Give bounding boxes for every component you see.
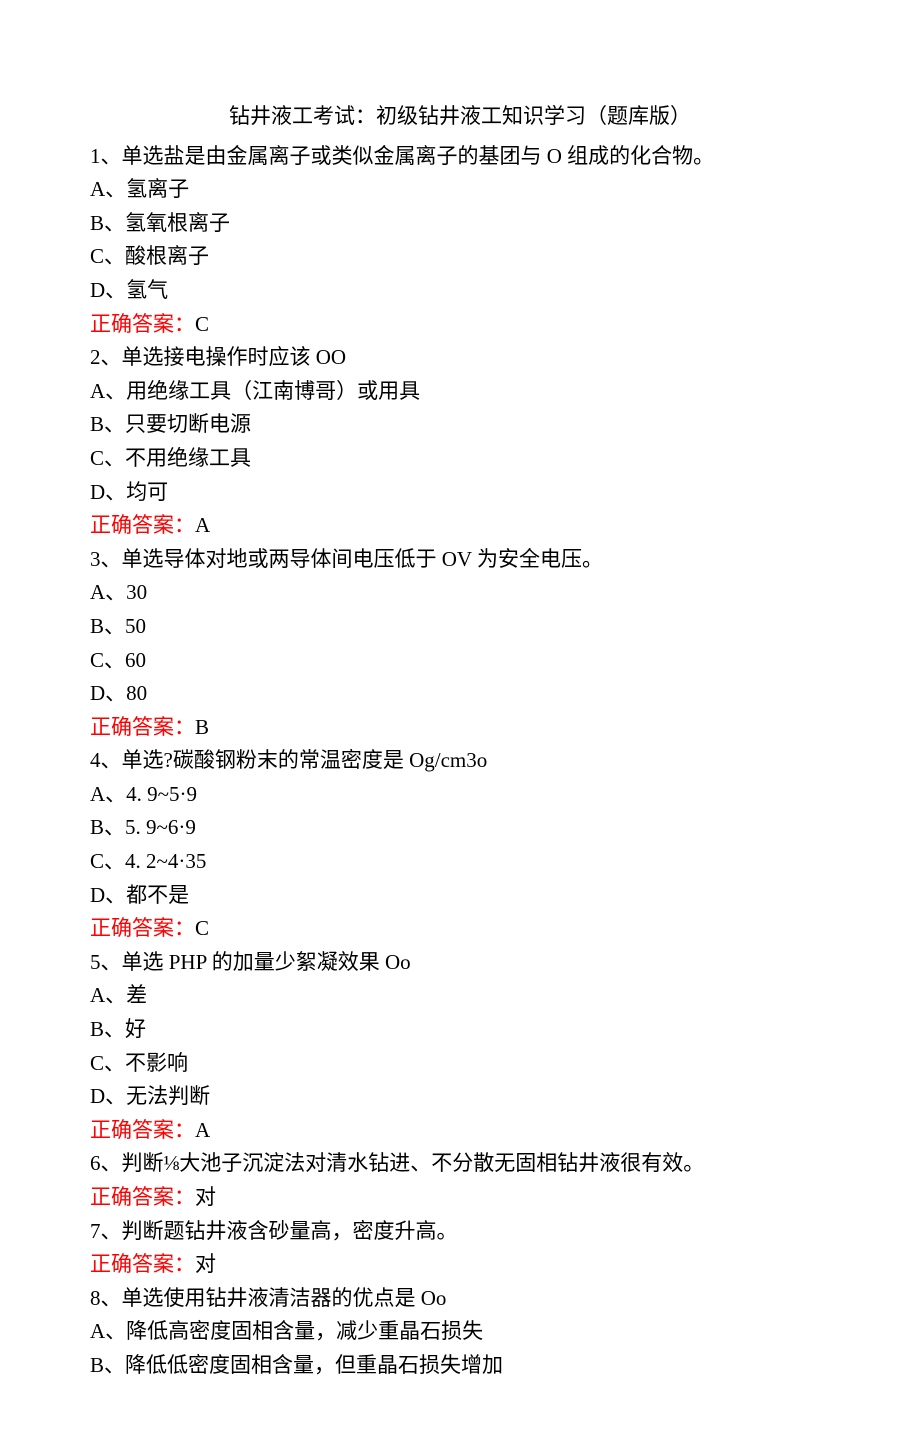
- answer-line: 正确答案：对: [90, 1248, 830, 1282]
- answer-value: 对: [195, 1185, 216, 1209]
- answer-value: C: [195, 916, 209, 940]
- option-text: B、只要切断电源: [90, 408, 830, 442]
- question-text: 6、判断⅛大池子沉淀法对清水钻进、不分散无固相钻井液很有效。: [90, 1147, 830, 1181]
- option-text: D、氢气: [90, 274, 830, 308]
- option-text: C、不用绝缘工具: [90, 442, 830, 476]
- answer-label: 正确答案：: [90, 513, 195, 537]
- option-text: D、均可: [90, 476, 830, 510]
- answer-line: 正确答案：对: [90, 1181, 830, 1215]
- option-text: C、酸根离子: [90, 240, 830, 274]
- option-text: A、用绝缘工具（江南博哥）或用具: [90, 375, 830, 409]
- option-text: A、氢离子: [90, 173, 830, 207]
- option-text: B、好: [90, 1013, 830, 1047]
- answer-line: 正确答案：B: [90, 711, 830, 745]
- option-text: A、30: [90, 576, 830, 610]
- question-text: 4、单选?碳酸钢粉末的常温密度是 Og/cm3o: [90, 744, 830, 778]
- answer-label: 正确答案：: [90, 1185, 195, 1209]
- option-text: C、4. 2~4·35: [90, 845, 830, 879]
- page-title: 钻井液工考试：初级钻井液工知识学习（题库版）: [90, 100, 830, 134]
- question-text: 3、单选导体对地或两导体间电压低于 OV 为安全电压。: [90, 543, 830, 577]
- question-text: 7、判断题钻井液含砂量高，密度升高。: [90, 1215, 830, 1249]
- option-text: D、80: [90, 677, 830, 711]
- question-text: 2、单选接电操作时应该 OO: [90, 341, 830, 375]
- option-text: B、氢氧根离子: [90, 207, 830, 241]
- answer-line: 正确答案：C: [90, 308, 830, 342]
- answer-value: C: [195, 312, 209, 336]
- option-text: A、4. 9~5·9: [90, 778, 830, 812]
- answer-line: 正确答案：A: [90, 509, 830, 543]
- option-text: C、60: [90, 644, 830, 678]
- answer-line: 正确答案：A: [90, 1114, 830, 1148]
- answer-value: B: [195, 715, 209, 739]
- answer-label: 正确答案：: [90, 1252, 195, 1276]
- option-text: A、差: [90, 979, 830, 1013]
- option-text: B、5. 9~6·9: [90, 811, 830, 845]
- answer-value: 对: [195, 1252, 216, 1276]
- question-text: 1、单选盐是由金属离子或类似金属离子的基团与 O 组成的化合物。: [90, 140, 830, 174]
- answer-label: 正确答案：: [90, 1118, 195, 1142]
- answer-label: 正确答案：: [90, 916, 195, 940]
- option-text: B、降低低密度固相含量，但重晶石损失增加: [90, 1349, 830, 1383]
- option-text: A、降低高密度固相含量，减少重晶石损失: [90, 1315, 830, 1349]
- answer-line: 正确答案：C: [90, 912, 830, 946]
- answer-label: 正确答案：: [90, 312, 195, 336]
- question-text: 5、单选 PHP 的加量少絮凝效果 Oo: [90, 946, 830, 980]
- question-text: 8、单选使用钻井液清洁器的优点是 Oo: [90, 1282, 830, 1316]
- option-text: B、50: [90, 610, 830, 644]
- answer-value: A: [195, 513, 210, 537]
- questions-container: 1、单选盐是由金属离子或类似金属离子的基团与 O 组成的化合物。A、氢离子B、氢…: [90, 140, 830, 1383]
- option-text: D、都不是: [90, 879, 830, 913]
- option-text: C、不影响: [90, 1047, 830, 1081]
- answer-label: 正确答案：: [90, 715, 195, 739]
- answer-value: A: [195, 1118, 210, 1142]
- option-text: D、无法判断: [90, 1080, 830, 1114]
